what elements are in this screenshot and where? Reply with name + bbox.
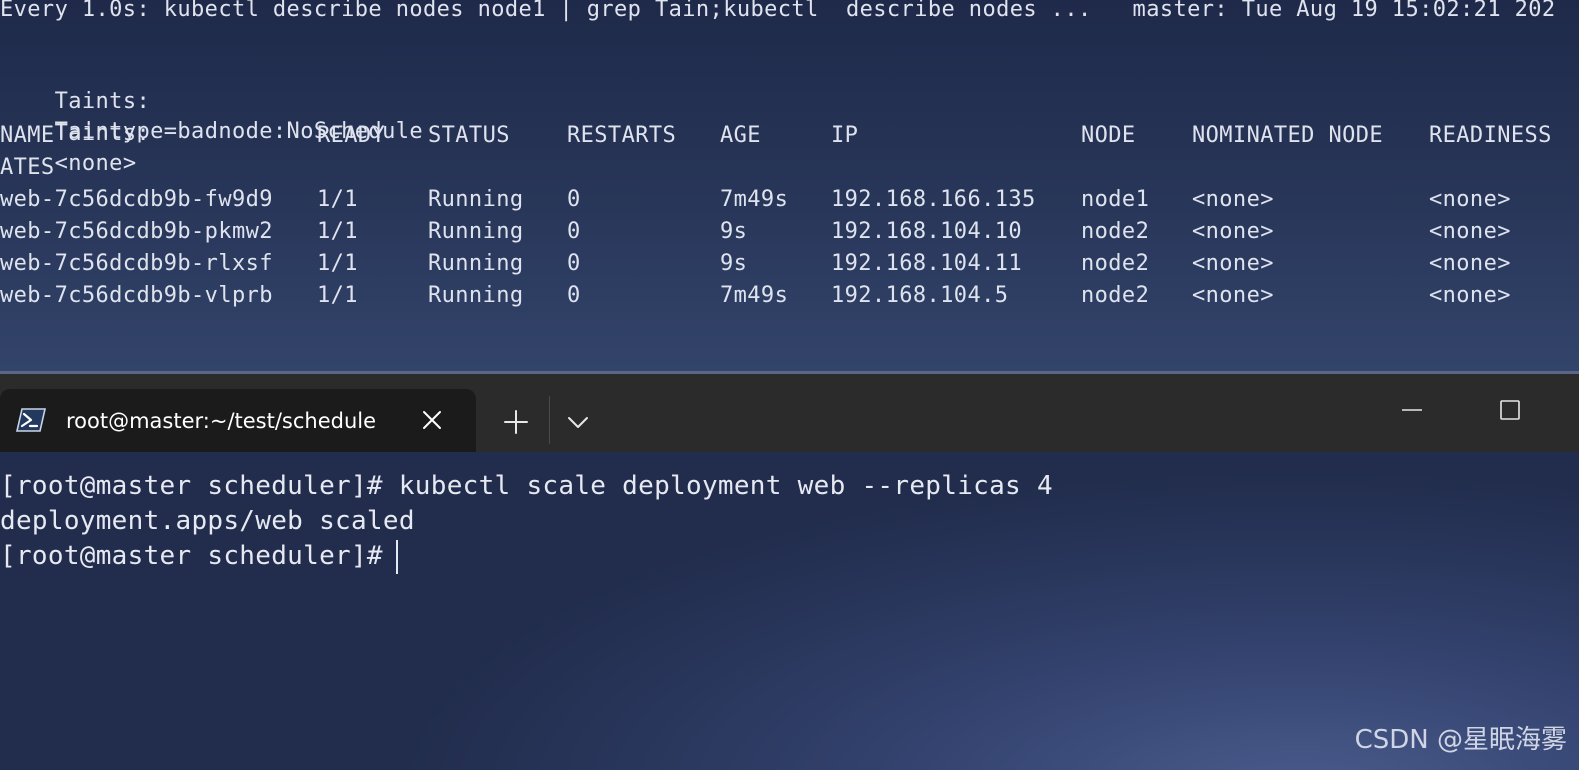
column-header-node: NODE bbox=[1081, 123, 1136, 148]
pod-ready: 1/1 bbox=[317, 187, 358, 212]
shell-pane[interactable]: [root@master scheduler]# kubectl scale d… bbox=[0, 452, 1579, 770]
pod-ip: 192.168.166.135 bbox=[831, 187, 1036, 212]
pod-nominated-node: <none> bbox=[1192, 251, 1274, 276]
pod-node: node1 bbox=[1081, 187, 1150, 212]
tab-root-master[interactable]: root@master:~/test/schedule bbox=[0, 389, 476, 452]
pod-name: web-7c56dcdb9b-pkmw2 bbox=[0, 219, 273, 244]
column-header-age: AGE bbox=[720, 123, 761, 148]
pod-nominated-node: <none> bbox=[1192, 219, 1274, 244]
tab-bar: root@master:~/test/schedule bbox=[0, 374, 1579, 452]
pod-status: Running bbox=[428, 283, 524, 308]
pod-nominated-node: <none> bbox=[1192, 187, 1274, 212]
column-header-restarts: RESTARTS bbox=[567, 123, 677, 148]
column-header-ready: READY bbox=[317, 123, 386, 148]
pod-status: Running bbox=[428, 251, 524, 276]
minimize-icon[interactable] bbox=[1392, 390, 1432, 430]
watermark: CSDN @星眠海雾 bbox=[1354, 725, 1567, 755]
pod-status: Running bbox=[428, 219, 524, 244]
pod-name: web-7c56dcdb9b-vlprb bbox=[0, 283, 273, 308]
pod-name: web-7c56dcdb9b-rlxsf bbox=[0, 251, 273, 276]
pod-readiness: <none> bbox=[1429, 219, 1511, 244]
watch-output-pane[interactable]: Every 1.0s: kubectl describe nodes node1… bbox=[0, 0, 1579, 373]
taint-label: Taints: bbox=[54, 121, 151, 146]
column-header-readiness: READINESS bbox=[1429, 123, 1552, 148]
shell-line-output: deployment.apps/web scaled bbox=[0, 506, 415, 536]
pod-ready: 1/1 bbox=[317, 219, 358, 244]
pod-age: 9s bbox=[720, 251, 748, 276]
chevron-down-icon[interactable] bbox=[560, 404, 596, 440]
pod-ip: 192.168.104.11 bbox=[831, 251, 1023, 276]
pod-restarts: 0 bbox=[567, 283, 581, 308]
pod-readiness: <none> bbox=[1429, 251, 1511, 276]
pod-ip: 192.168.104.5 bbox=[831, 283, 1009, 308]
pod-restarts: 0 bbox=[567, 251, 581, 276]
tab-separator bbox=[549, 396, 550, 444]
pod-age: 9s bbox=[720, 219, 748, 244]
maximize-icon[interactable] bbox=[1490, 390, 1530, 430]
pod-age: 7m49s bbox=[720, 187, 789, 212]
watch-header: Every 1.0s: kubectl describe nodes node1… bbox=[0, 0, 1556, 22]
wrapped-header-fragment: ATES bbox=[0, 155, 55, 180]
pod-restarts: 0 bbox=[567, 219, 581, 244]
text-cursor[interactable] bbox=[396, 540, 398, 574]
pod-ready: 1/1 bbox=[317, 251, 358, 276]
plus-icon[interactable] bbox=[498, 404, 534, 440]
pod-ready: 1/1 bbox=[317, 283, 358, 308]
pod-readiness: <none> bbox=[1429, 283, 1511, 308]
pod-nominated-node: <none> bbox=[1192, 283, 1274, 308]
pod-node: node2 bbox=[1081, 283, 1150, 308]
pod-ip: 192.168.104.10 bbox=[831, 219, 1023, 244]
shell-line-prompt: [root@master scheduler]# bbox=[0, 541, 399, 571]
pod-node: node2 bbox=[1081, 251, 1150, 276]
shell-line-command: [root@master scheduler]# kubectl scale d… bbox=[0, 471, 1053, 501]
column-header-ip: IP bbox=[831, 123, 859, 148]
close-icon[interactable] bbox=[420, 408, 444, 432]
column-header-status: STATUS bbox=[428, 123, 510, 148]
pod-age: 7m49s bbox=[720, 283, 789, 308]
taint-value: <none> bbox=[54, 151, 137, 176]
column-header-nominated-node: NOMINATED NODE bbox=[1192, 123, 1384, 148]
pod-readiness: <none> bbox=[1429, 187, 1511, 212]
column-header-name: NAME bbox=[0, 123, 55, 148]
pod-restarts: 0 bbox=[567, 187, 581, 212]
tab-title: root@master:~/test/schedule bbox=[66, 409, 377, 433]
powershell-icon bbox=[15, 408, 47, 432]
pod-status: Running bbox=[428, 187, 524, 212]
pod-node: node2 bbox=[1081, 219, 1150, 244]
pod-name: web-7c56dcdb9b-fw9d9 bbox=[0, 187, 273, 212]
